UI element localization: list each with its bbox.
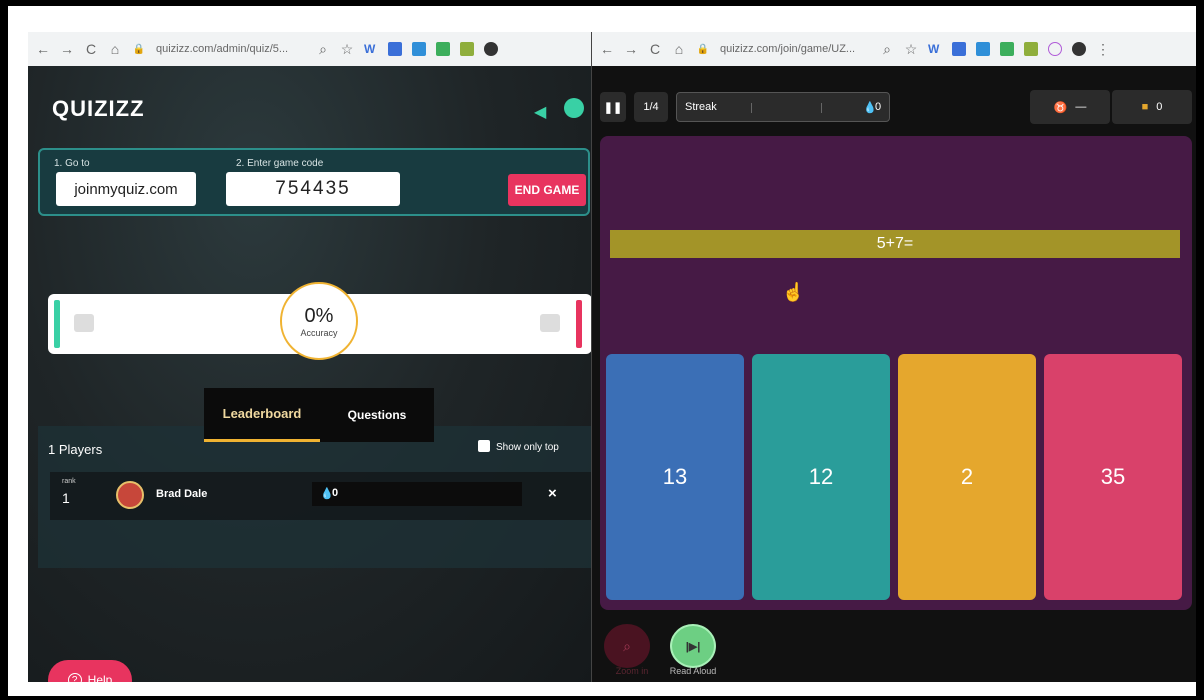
question-progress: 1/4: [634, 92, 668, 122]
score-bar: 💧 0: [312, 482, 522, 506]
lock-icon: 🔒: [696, 43, 710, 55]
player-window: ← → C ⌂ 🔒 quizizz.com/join/game/UZ... ⌕ …: [591, 32, 1196, 682]
forward-icon[interactable]: →: [624, 41, 638, 57]
extension-w-icon[interactable]: W: [364, 42, 378, 56]
game-code-field[interactable]: 754435: [226, 172, 400, 206]
powerup-value: —: [1075, 101, 1087, 113]
screen-frame: ← → C ⌂ 🔒 quizizz.com/admin/quiz/5... ⌕ …: [8, 6, 1196, 696]
extension-w-icon[interactable]: W: [928, 42, 942, 56]
extension-icon[interactable]: [1024, 42, 1038, 56]
answer-option-3[interactable]: 2: [898, 354, 1036, 600]
rank-label: rank: [62, 478, 76, 485]
streak-score: 0: [875, 101, 882, 113]
show-only-top-label: Show only top: [496, 442, 559, 453]
zoom-icon: ⌕: [623, 637, 631, 654]
extension-icon[interactable]: [388, 42, 402, 56]
star-icon[interactable]: ☆: [904, 41, 918, 58]
player-name: Brad Dale: [156, 488, 208, 500]
pause-icon: ❚❚: [603, 101, 623, 114]
answer-option-1[interactable]: 13: [606, 354, 744, 600]
admin-dashboard: QUIZIZZ ◀ 1. Go to 2. Enter game code jo…: [28, 66, 592, 682]
browser-toolbar-right: ← → C ⌂ 🔒 quizizz.com/join/game/UZ... ⌕ …: [592, 32, 1196, 66]
speaker-icon[interactable]: ◀: [534, 102, 546, 122]
table-row: rank 1 Brad Dale 💧 0 ×: [50, 472, 592, 520]
extension-icon[interactable]: [976, 42, 990, 56]
lock-icon: 🔒: [132, 43, 146, 55]
search-icon[interactable]: ⌕: [316, 41, 330, 58]
player-score: 0: [332, 487, 339, 499]
screen: ← → C ⌂ 🔒 quizizz.com/admin/quiz/5... ⌕ …: [28, 32, 1196, 682]
home-icon[interactable]: ⌂: [672, 41, 686, 57]
tab-leaderboard[interactable]: Leaderboard: [204, 388, 320, 442]
zoom-button[interactable]: ⌕: [604, 624, 650, 668]
correct-count-icon: [74, 314, 94, 332]
incorrect-indicator: [576, 300, 582, 348]
extension-icon[interactable]: [460, 42, 474, 56]
powerup-icon: ♉: [1053, 101, 1068, 114]
remove-player-icon[interactable]: ×: [548, 485, 557, 502]
correct-indicator: [54, 300, 60, 348]
quizizz-logo: QUIZIZZ: [52, 96, 145, 121]
help-button[interactable]: ? Help: [48, 660, 132, 682]
show-only-top-checkbox[interactable]: [478, 440, 490, 452]
tab-questions[interactable]: Questions: [320, 388, 434, 442]
profile-icon[interactable]: [1072, 42, 1086, 56]
reload-icon[interactable]: C: [84, 41, 98, 57]
star-icon[interactable]: ☆: [340, 41, 354, 58]
help-label: Help: [87, 673, 113, 682]
help-icon: ?: [67, 673, 82, 682]
coin-icon: ■: [1141, 101, 1149, 113]
incorrect-count-icon: [540, 314, 560, 332]
step1-label: 1. Go to: [54, 158, 90, 169]
reload-icon[interactable]: C: [648, 41, 662, 57]
extension-icon[interactable]: [952, 42, 966, 56]
coins-value: 0: [1156, 101, 1163, 113]
address-bar[interactable]: quizizz.com/admin/quiz/5...: [156, 43, 306, 55]
players-count: 1 Players: [48, 442, 103, 457]
menu-icon[interactable]: ⋮: [1096, 41, 1110, 58]
browser-toolbar-left: ← → C ⌂ 🔒 quizizz.com/admin/quiz/5... ⌕ …: [28, 32, 591, 66]
cursor-icon: ☝: [782, 282, 805, 302]
end-game-button[interactable]: END GAME: [508, 174, 586, 206]
accuracy-value: 0%: [304, 304, 334, 327]
accuracy-circle: 0% Accuracy: [280, 282, 358, 360]
forward-icon[interactable]: →: [60, 41, 74, 57]
read-aloud-label: Read Aloud: [669, 666, 717, 676]
question-text: 5+7=: [610, 230, 1180, 258]
profile-icon[interactable]: [484, 42, 498, 56]
powerups-pill[interactable]: ♉ —: [1030, 90, 1110, 124]
extension-icon[interactable]: [436, 42, 450, 56]
extension-icon[interactable]: [1048, 42, 1062, 56]
streak-bar: Streak 💧 0: [676, 92, 890, 122]
step2-label: 2. Enter game code: [236, 158, 324, 169]
extension-icon[interactable]: [412, 42, 426, 56]
pause-button[interactable]: ❚❚: [600, 92, 626, 122]
extension-icon[interactable]: [1000, 42, 1014, 56]
home-icon[interactable]: ⌂: [108, 41, 122, 57]
game-top-bar: ❚❚ 1/4 Streak 💧 0 ♉ — ■ 0: [592, 86, 1196, 128]
answer-option-2[interactable]: 12: [752, 354, 890, 600]
streak-tick: [821, 103, 822, 113]
answer-option-4[interactable]: 35: [1044, 354, 1182, 600]
palette-icon[interactable]: [564, 98, 584, 118]
admin-window: ← → C ⌂ 🔒 quizizz.com/admin/quiz/5... ⌕ …: [28, 32, 592, 682]
read-aloud-button[interactable]: |▶|: [670, 624, 716, 668]
back-icon[interactable]: ←: [600, 41, 614, 57]
leaderboard-tabs: Leaderboard Questions: [204, 388, 434, 442]
address-bar[interactable]: quizizz.com/join/game/UZ...: [720, 43, 870, 55]
join-url-field[interactable]: joinmyquiz.com: [56, 172, 196, 206]
back-icon[interactable]: ←: [36, 41, 50, 57]
rank-value: 1: [62, 490, 70, 506]
streak-tick: [751, 103, 752, 113]
coins-pill: ■ 0: [1112, 90, 1192, 124]
read-aloud-icon: |▶|: [685, 640, 701, 653]
avatar: [116, 481, 144, 509]
accuracy-label: Accuracy: [300, 327, 338, 338]
search-icon[interactable]: ⌕: [880, 41, 894, 58]
streak-label: Streak: [685, 101, 717, 113]
